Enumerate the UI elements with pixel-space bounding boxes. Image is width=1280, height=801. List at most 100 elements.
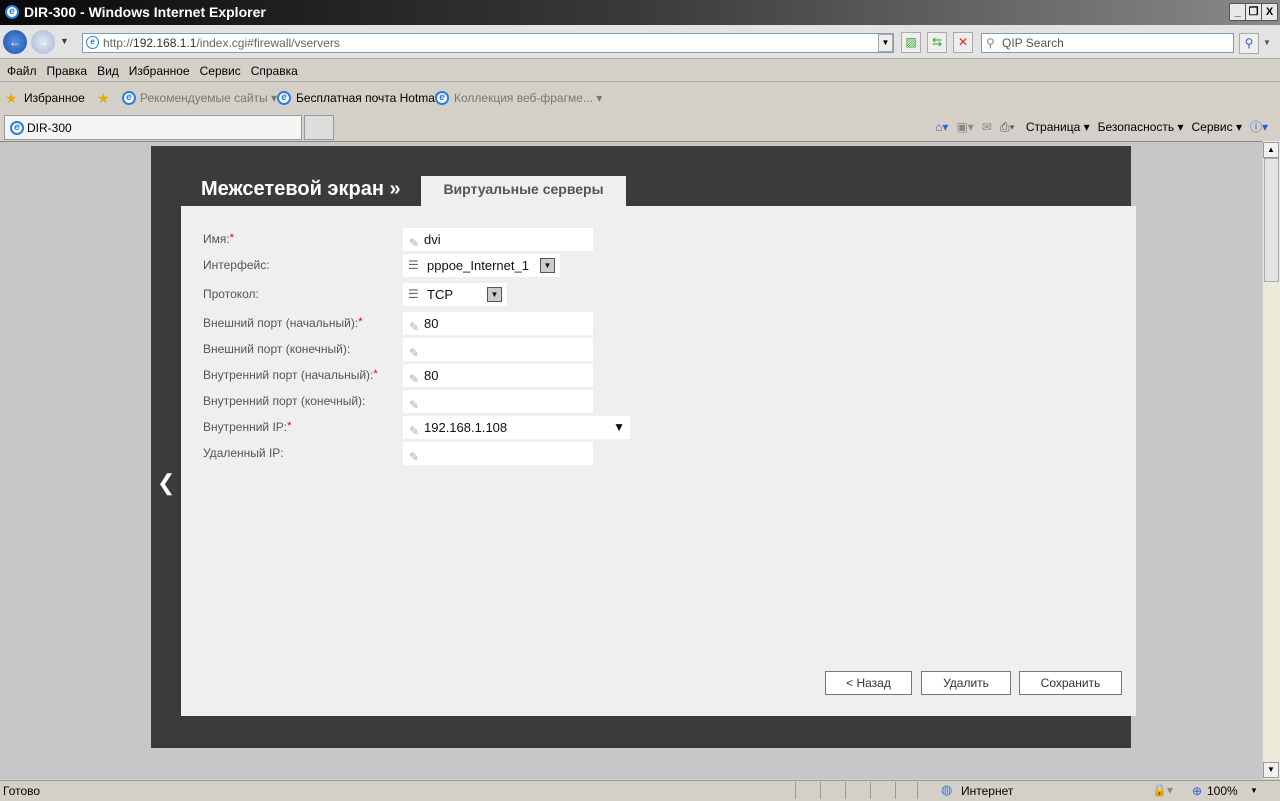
address-dropdown-button[interactable]: ▼ <box>878 34 893 52</box>
search-options-icon[interactable]: ▼ <box>1263 38 1271 47</box>
protocol-select[interactable]: ☰ TCP ▼ <box>403 283 507 306</box>
chevron-down-icon: ▼ <box>540 258 555 273</box>
zoom-level[interactable]: 100% <box>1207 784 1238 798</box>
ext-port-start-field[interactable]: ✎ 80 <box>403 312 593 335</box>
address-path: /index.cgi#firewall/vservers <box>196 36 340 50</box>
menu-view[interactable]: Вид <box>97 64 119 78</box>
print-icon[interactable]: ⎙▾ <box>1000 120 1015 134</box>
back-button[interactable]: ← <box>3 30 27 54</box>
name-field[interactable]: ✎ dvi <box>403 228 593 251</box>
safety-menu[interactable]: Безопасность ▾ <box>1098 120 1184 134</box>
command-bar: ⌂▾ ▣▾ ✉ ⎙▾ Страница ▾ Безопасность ▾ Сервис ▾… <box>927 117 1268 137</box>
tab-label: DIR-300 <box>27 121 72 135</box>
window-title: DIR-300 - Windows Internet Explorer <box>24 4 266 20</box>
status-pane <box>870 782 894 799</box>
fav-suggested-sites[interactable]: Рекомендуемые сайты ▾ <box>140 86 277 110</box>
restore-button[interactable]: ❐ <box>1245 3 1262 21</box>
new-tab-button[interactable] <box>304 115 334 140</box>
minimize-button[interactable]: _ <box>1229 3 1246 21</box>
home-icon[interactable]: ⌂▾ <box>935 120 948 134</box>
ext-port-end-field[interactable]: ✎ <box>403 338 593 361</box>
list-icon: ☰ <box>408 258 419 272</box>
history-dropdown-icon[interactable]: ▼ <box>60 36 69 46</box>
search-button[interactable]: ⚲ <box>1239 33 1259 54</box>
int-port-start-label: Внутренний порт (начальный):* <box>203 368 378 382</box>
int-port-end-label: Внутренний порт (конечный): <box>203 394 366 408</box>
tools-menu[interactable]: Сервис ▾ <box>1192 120 1242 134</box>
pencil-icon: ✎ <box>409 398 420 412</box>
back-button-form[interactable]: < Назад <box>825 671 912 695</box>
help-icon[interactable]: ⓘ▾ <box>1250 120 1268 134</box>
pencil-icon: ✎ <box>409 450 420 464</box>
browser-tab[interactable]: e DIR-300 <box>4 115 302 140</box>
page-icon: e <box>86 36 99 49</box>
form-panel <box>181 206 1136 716</box>
address-prefix: http:// <box>103 36 134 50</box>
mail-icon[interactable]: ✉ <box>982 120 992 134</box>
status-pane <box>795 782 819 799</box>
int-ip-label: Внутренний IP:* <box>203 420 292 434</box>
search-input[interactable]: ⚲ QIP Search <box>981 33 1234 53</box>
interface-label: Интерфейс: <box>203 258 270 272</box>
chevron-down-icon: ▼ <box>487 287 502 302</box>
tab-virtual-servers: Виртуальные серверы <box>421 176 626 206</box>
status-pane <box>895 782 919 799</box>
scroll-down-button[interactable]: ▼ <box>1263 762 1279 778</box>
menu-tools[interactable]: Сервис <box>200 64 241 78</box>
fav-web-slices[interactable]: Коллекция веб-фрагме... ▾ <box>454 86 602 110</box>
window-titlebar: e DIR-300 - Windows Internet Explorer <box>0 0 1280 25</box>
add-favorite-icon[interactable]: ★ <box>97 86 110 110</box>
refresh-button[interactable]: ⇆ <box>927 32 947 53</box>
pencil-icon: ✎ <box>409 372 420 386</box>
fav-hotmail[interactable]: Бесплатная почта Hotmail <box>296 86 440 110</box>
protected-mode-icon[interactable]: 🔒▾ <box>1152 783 1173 797</box>
ie-page-icon: e <box>122 91 136 105</box>
menu-edit[interactable]: Правка <box>47 64 88 78</box>
save-button[interactable]: Сохранить <box>1019 671 1122 695</box>
favorites-button[interactable]: Избранное <box>24 86 85 110</box>
globe-icon: ◍ <box>941 782 953 797</box>
int-port-start-field[interactable]: ✎ 80 <box>403 364 593 387</box>
page-menu[interactable]: Страница ▾ <box>1026 120 1090 134</box>
interface-select[interactable]: ☰ pppoe_Internet_1 ▼ <box>403 254 560 277</box>
page-title[interactable]: Межсетевой экран » <box>201 178 401 201</box>
dropdown-arrow-icon[interactable]: ▼ <box>613 416 625 439</box>
close-button[interactable]: X <box>1261 3 1278 21</box>
list-icon: ☰ <box>408 287 419 301</box>
int-ip-combobox[interactable]: ✎ 192.168.1.108 ▼ <box>403 416 630 439</box>
menu-file[interactable]: Файл <box>7 64 37 78</box>
ext-port-start-label: Внешний порт (начальный):* <box>203 316 363 330</box>
address-bar[interactable]: e http://192.168.1.1/index.cgi#firewall/v… <box>82 33 894 53</box>
menu-favorites[interactable]: Избранное <box>129 64 190 78</box>
ext-port-end-label: Внешний порт (конечный): <box>203 342 351 356</box>
int-port-end-field[interactable]: ✎ <box>403 390 593 413</box>
menu-bar: Файл Правка Вид Избранное Сервис Справка <box>0 60 1280 82</box>
status-pane <box>845 782 869 799</box>
pencil-icon: ✎ <box>409 236 420 250</box>
ie-logo-icon: e <box>5 5 19 19</box>
scroll-up-button[interactable]: ▲ <box>1263 142 1279 158</box>
ie-page-icon: e <box>435 91 449 105</box>
remote-ip-label: Удаленный IP: <box>203 446 284 460</box>
status-pane <box>917 782 941 799</box>
scroll-thumb[interactable] <box>1264 158 1279 282</box>
delete-button[interactable]: Удалить <box>921 671 1011 695</box>
zoom-dropdown-icon[interactable]: ▼ <box>1250 786 1258 795</box>
status-bar: Готово <box>0 780 1280 800</box>
address-host: 192.168.1.1 <box>133 36 197 50</box>
forward-button[interactable]: → <box>31 30 55 54</box>
favorites-bar: ★ Избранное ★ e Рекомендуемые сайты ▾ e … <box>0 86 1280 110</box>
remote-ip-field[interactable]: ✎ <box>403 442 593 465</box>
pencil-icon: ✎ <box>409 320 420 334</box>
pencil-icon: ✎ <box>409 424 420 438</box>
zoom-icon[interactable]: ⊕ <box>1192 784 1202 798</box>
search-placeholder: QIP Search <box>1002 36 1064 50</box>
compatibility-view-icon[interactable]: ▨ <box>901 32 921 53</box>
name-label: Имя:* <box>203 232 234 246</box>
stop-button[interactable]: ✕ <box>953 32 973 53</box>
back-arrow-icon[interactable]: ❮ <box>157 470 175 496</box>
ie-tab-icon: e <box>10 121 24 135</box>
menu-help[interactable]: Справка <box>251 64 298 78</box>
feeds-icon[interactable]: ▣▾ <box>956 120 973 134</box>
search-icon: ⚲ <box>986 36 995 50</box>
